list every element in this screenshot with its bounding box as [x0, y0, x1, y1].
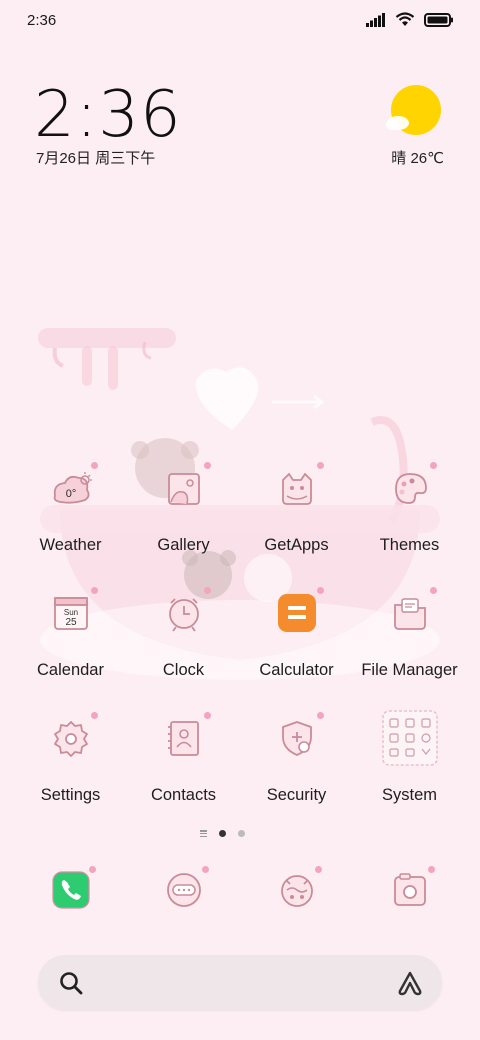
calendar-day: Sun [63, 608, 77, 617]
notification-dot [203, 712, 211, 719]
app-label: GetApps [264, 536, 329, 554]
dock-messages[interactable] [127, 866, 240, 910]
camera-icon [390, 866, 435, 910]
app-contacts[interactable]: Contacts [127, 712, 240, 841]
app-themes[interactable]: Themes [353, 462, 466, 591]
app-row: Settings Contacts Security System [14, 710, 466, 841]
weather-app-icon: 0° [49, 462, 98, 510]
calculator-icon [275, 587, 324, 635]
contacts-book-icon [162, 712, 211, 760]
app-grid: 0° Weather Gallery GetApps Themes Sun 25… [14, 462, 466, 841]
app-calendar[interactable]: Sun 25 Calendar [14, 587, 127, 716]
app-label: Calendar [37, 661, 104, 679]
app-file-manager[interactable]: File Manager [353, 587, 466, 716]
app-weather[interactable]: 0° Weather [14, 462, 127, 591]
signal-icon [366, 12, 385, 27]
notification-dot [316, 462, 324, 469]
battery-icon [424, 12, 453, 27]
app-calculator[interactable]: Calculator [240, 587, 353, 716]
wifi-icon [395, 12, 415, 26]
app-label: Settings [40, 786, 101, 804]
sunny-cloud-icon [386, 85, 441, 135]
notification-dot [203, 587, 211, 594]
app-label: Contacts [150, 786, 217, 804]
voice-assistant-icon[interactable] [396, 969, 424, 997]
dock-phone[interactable] [14, 866, 127, 910]
gallery-icon [162, 462, 211, 510]
page-dot-active [219, 830, 226, 837]
app-clock[interactable]: Clock [127, 587, 240, 716]
weather-widget-text[interactable]: 晴 26℃ [391, 147, 444, 168]
clock-icon [162, 587, 211, 635]
notification-dot [314, 866, 322, 873]
search-bar[interactable] [38, 955, 442, 1010]
notification-dot [429, 462, 437, 469]
app-label: File Manager [361, 661, 458, 679]
clock-widget-date[interactable]: 7月26日 周三下午 [36, 147, 155, 168]
status-icons [366, 12, 454, 27]
gear-icon [49, 712, 98, 760]
notification-dot [316, 587, 324, 594]
app-label: Clock [162, 661, 205, 679]
notification-dot [90, 587, 98, 594]
folder-icon [388, 587, 437, 635]
notification-dot [90, 462, 98, 469]
status-bar: 2:36 [0, 0, 480, 42]
app-label: Calculator [259, 661, 334, 679]
app-label: Themes [379, 536, 440, 554]
notification-dot [201, 866, 209, 873]
notification-dot [316, 712, 324, 719]
app-label: Security [266, 786, 327, 804]
system-folder-icon [381, 709, 439, 767]
page-dot [238, 830, 245, 837]
notification-dot [429, 587, 437, 594]
page-indicator[interactable] [200, 830, 245, 837]
calendar-date: 25 [65, 617, 77, 628]
palette-icon [388, 462, 437, 510]
status-time: 2:36 [27, 12, 57, 29]
dock-camera[interactable] [353, 866, 466, 910]
app-label: System [381, 786, 437, 804]
app-row: Sun 25 Calendar Clock Calculator File Ma… [14, 587, 466, 716]
app-security[interactable]: Security [240, 712, 353, 841]
notification-dot [90, 712, 98, 719]
notification-dot [427, 866, 435, 873]
app-label: Gallery [157, 536, 210, 554]
app-getapps[interactable]: GetApps [240, 462, 353, 591]
app-system-folder[interactable]: System [353, 710, 466, 841]
phone-icon [51, 866, 96, 910]
app-settings[interactable]: Settings [14, 712, 127, 841]
calendar-icon: Sun 25 [49, 587, 98, 635]
shield-icon [275, 712, 324, 760]
getapps-icon [275, 462, 324, 510]
browser-icon [277, 866, 322, 910]
weather-app-badge: 0° [65, 488, 76, 500]
clock-widget-time[interactable]: 2:36 [34, 78, 182, 152]
notification-dot [88, 866, 96, 873]
notification-dot [203, 462, 211, 469]
search-icon[interactable] [58, 970, 84, 996]
messages-icon [164, 866, 209, 910]
app-row: 0° Weather Gallery GetApps Themes [14, 462, 466, 591]
app-gallery[interactable]: Gallery [127, 462, 240, 591]
app-label: Weather [39, 536, 102, 554]
dock [14, 866, 466, 910]
feed-page-indicator [200, 830, 207, 837]
dock-browser[interactable] [240, 866, 353, 910]
